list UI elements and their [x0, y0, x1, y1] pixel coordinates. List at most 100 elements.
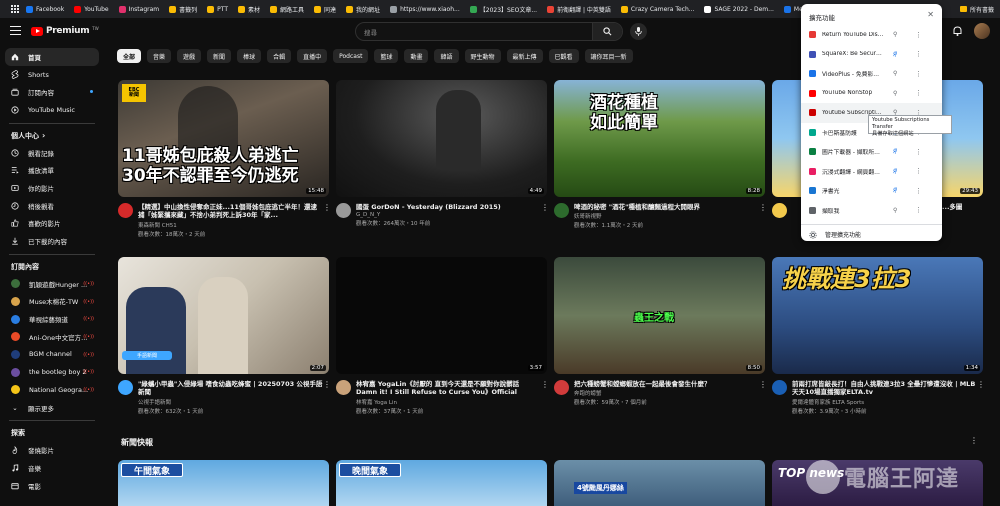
unpin-icon[interactable]: ⚲̸ — [893, 168, 897, 175]
channel-avatar[interactable] — [554, 380, 569, 395]
sidebar-item[interactable]: 凱穎遊戲Hunger ... ((•)) — [5, 275, 99, 293]
channel-name[interactable]: 林宥嘉 Yoga Lin — [356, 398, 541, 406]
filter-chip[interactable]: 合輯 — [267, 49, 292, 63]
filter-chip[interactable]: 韓語 — [434, 49, 459, 63]
manage-extensions-link[interactable]: 管理擴充功能 — [809, 230, 861, 239]
extension-item[interactable]: 圖片下載器 - 擷取所有... ⚲̸ ⋮ — [801, 142, 942, 162]
more-actions-icon[interactable]: ⋮ — [915, 206, 922, 214]
unpin-icon[interactable]: ⚲̸ — [893, 187, 897, 194]
bookmark-item[interactable]: YouTube — [69, 5, 113, 13]
bookmark-item[interactable]: 網路工具 — [265, 5, 309, 14]
sidebar-item[interactable]: BGM channel ((•)) — [5, 346, 99, 364]
menu-icon[interactable] — [10, 26, 21, 35]
sidebar-item[interactable]: 音樂 — [5, 459, 99, 477]
video-thumbnail[interactable]: 4:49 — [336, 80, 547, 197]
bookmark-item[interactable]: https://www.xiaoh... — [385, 5, 465, 13]
video-thumbnail[interactable]: 3:57 — [336, 257, 547, 374]
news-thumbnail[interactable]: 晚間氣象 — [336, 460, 547, 506]
all-bookmarks[interactable]: 所有書籤 — [959, 0, 1000, 18]
channel-name[interactable]: G_D_N_Y — [356, 212, 541, 218]
channel-name[interactable]: 妖哥新視野 — [574, 212, 759, 220]
bookmark-item[interactable]: 前衛翻譯 | 中英雙語 — [542, 5, 616, 14]
channel-name[interactable]: 奔跑的螃蟹 — [574, 389, 759, 397]
filter-chip[interactable]: 野生動物 — [464, 49, 501, 63]
sidebar-item[interactable]: the bootleg boy 2 ((•)) — [5, 363, 99, 381]
filter-chip[interactable]: 最新上傳 — [506, 49, 543, 63]
video-thumbnail[interactable]: 酒花種植 如此簡單 8:28 — [554, 80, 765, 197]
sidebar-item[interactable]: 首頁 — [5, 48, 99, 66]
extension-item[interactable]: 擷取我 ⚲ ⋮ — [801, 201, 942, 221]
more-actions-icon[interactable]: ⋮ — [915, 89, 922, 97]
sidebar-item[interactable]: 觀看記錄 — [5, 144, 99, 162]
video-title[interactable]: 前兩打席皆敲長打！自由人挑戰連3拉3 全壘打慘遭沒收 | MLB天天10場直播獨… — [792, 380, 977, 397]
more-actions-icon[interactable]: ⋮ — [323, 380, 331, 389]
sidebar-item[interactable]: National Geogra... ((•)) — [5, 381, 99, 399]
sidebar-section-header[interactable]: 個人中心 › — [5, 128, 99, 144]
extension-item[interactable]: SquareX: Be Secure, A... ⚲̸ ⋮ — [801, 45, 942, 65]
bookmark-item[interactable]: PTT — [202, 5, 233, 13]
sidebar-item[interactable]: Ani-One中文官方... ((•)) — [5, 328, 99, 346]
channel-avatar[interactable] — [118, 203, 133, 218]
more-actions-icon[interactable]: ⋮ — [915, 148, 922, 156]
sidebar-item[interactable]: Muse木棉花-TW ((•)) — [5, 293, 99, 311]
more-actions-icon[interactable]: ⋮ — [915, 50, 922, 58]
more-actions-icon[interactable]: ⋮ — [970, 436, 978, 445]
extension-item[interactable]: Return YouTube Dislike ⚲ ⋮ — [801, 25, 942, 45]
video-thumbnail[interactable]: 挑戰連3拉3 1:34 — [772, 257, 983, 374]
news-thumbnail[interactable]: 午間氣象 — [118, 460, 329, 506]
channel-name[interactable]: 愛爾達體育家族 ELTA Sports — [792, 398, 977, 406]
bookmark-item[interactable]: 同達 — [309, 5, 341, 14]
more-actions-icon[interactable]: ⋮ — [977, 380, 985, 389]
filter-chip[interactable]: 棒球 — [237, 49, 262, 63]
bookmark-item[interactable]: Facebook — [21, 5, 69, 13]
bookmark-item[interactable]: 【2023】SEO文章... — [465, 5, 542, 14]
extension-item[interactable]: 淨書光 ⚲̸ ⋮ — [801, 181, 942, 201]
notifications-icon[interactable] — [953, 26, 962, 36]
more-actions-icon[interactable]: ⋮ — [915, 31, 922, 39]
video-title[interactable]: 林宥嘉 YogaLin《討厭的 直到今天還是不願對你說髒話 Damn it! I… — [356, 380, 541, 397]
news-thumbnail[interactable]: 4號颱風丹娜絲 — [554, 460, 765, 506]
more-actions-icon[interactable]: ⋮ — [759, 380, 767, 389]
voice-search-button[interactable] — [630, 23, 647, 40]
sidebar-item[interactable]: 你的影片 — [5, 179, 99, 197]
filter-chip[interactable]: 全部 — [117, 49, 142, 63]
bookmark-item[interactable]: SAGE 2022 - Dem... — [699, 5, 778, 13]
filter-chip[interactable]: 音樂 — [147, 49, 172, 63]
sidebar-item[interactable]: 訂閱內容 — [5, 83, 99, 101]
video-thumbnail[interactable]: 手語新聞 2:07 — [118, 257, 329, 374]
more-actions-icon[interactable]: ⋮ — [915, 187, 922, 195]
video-thumbnail[interactable]: 蟲王之戰 8:50 — [554, 257, 765, 374]
account-avatar[interactable] — [974, 23, 990, 39]
video-title[interactable]: 【精選】中山換性侵奪命正妹...11個哥姊包庇逃亡半年！還逮捕「姊緊攜來藏」不捨… — [138, 203, 323, 220]
channel-avatar[interactable] — [118, 380, 133, 395]
sidebar-item[interactable]: 發燒影片 — [5, 441, 99, 459]
apps-icon[interactable] — [6, 5, 21, 13]
pin-icon[interactable]: ⚲ — [893, 207, 897, 214]
bookmark-item[interactable]: 我的網址 — [341, 5, 385, 14]
sidebar-item[interactable]: 華視綜藝頻道 ((•)) — [5, 310, 99, 328]
filter-chip[interactable]: 新聞 — [207, 49, 232, 63]
more-actions-icon[interactable]: ⋮ — [759, 203, 767, 212]
more-actions-icon[interactable]: ⋮ — [323, 203, 331, 212]
pin-icon[interactable]: ⚲ — [893, 31, 897, 38]
channel-avatar[interactable] — [554, 203, 569, 218]
bookmark-item[interactable]: 書籤列 — [164, 5, 202, 14]
search-button[interactable] — [592, 23, 622, 40]
sidebar-item[interactable]: YouTube Music — [5, 101, 99, 119]
filter-chip[interactable]: 已觀看 — [548, 49, 579, 63]
filter-chip[interactable]: 籃球 — [374, 49, 399, 63]
channel-avatar[interactable] — [336, 203, 351, 218]
more-actions-icon[interactable]: ⋮ — [541, 203, 549, 212]
sidebar-section-header[interactable]: 探索 — [5, 425, 99, 441]
extension-item[interactable]: VideoPlus - 免費影片... ⚲ ⋮ — [801, 64, 942, 84]
youtube-logo[interactable]: Premium TW — [31, 26, 99, 36]
sidebar-item[interactable]: Shorts — [5, 66, 99, 84]
filter-chip[interactable]: 讓你耳目一新 — [584, 49, 633, 63]
sidebar-item[interactable]: 電影 — [5, 477, 99, 495]
bookmark-item[interactable]: 素材 — [233, 5, 265, 14]
sidebar-item[interactable]: 已下載的內容 — [5, 232, 99, 250]
show-more-button[interactable]: ⌄ 顯示更多 — [5, 399, 99, 417]
extension-item[interactable]: YouTube NonStop ⚲ ⋮ — [801, 84, 942, 104]
video-title[interactable]: 啤酒的秘密 "酒花"種植和釀麵過程大開眼界 — [574, 203, 759, 211]
more-actions-icon[interactable]: ⋮ — [915, 167, 922, 175]
